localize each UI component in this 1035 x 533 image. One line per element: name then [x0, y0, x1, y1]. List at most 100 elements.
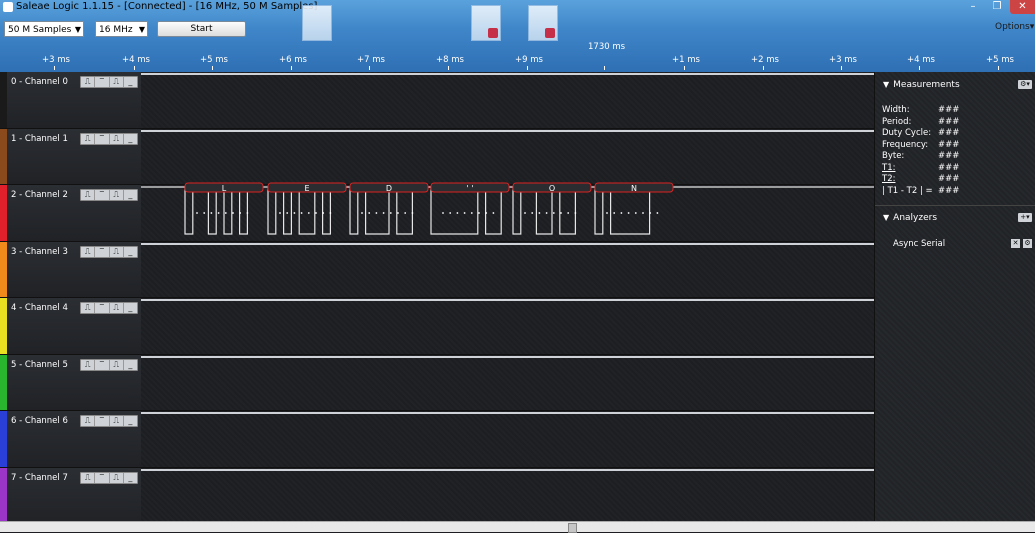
channel-label-1[interactable]: 1 - Channel 1 ⎍ ‾ ⎍ _ — [0, 129, 141, 185]
trigger-buttons: ⎍ ‾ ⎍ _ — [80, 472, 138, 484]
decoded-char-label: O — [549, 184, 555, 193]
trigger-button[interactable]: ⎍ — [81, 134, 96, 144]
window-title: Saleae Logic 1.1.15 - [Connected] - [16 … — [16, 1, 318, 12]
collapse-triangle-icon: ▼ — [883, 213, 890, 222]
center-tick-mark — [604, 66, 605, 70]
measurement-row: Period: ### — [882, 117, 959, 127]
bit-sample-dot — [478, 212, 480, 214]
time-tick-label: +7 ms — [357, 55, 385, 65]
right-sidebar: ▼ Measurements ⚙▾ Width: ### Period: ### Duty… — [874, 72, 1035, 521]
trigger-button[interactable]: ⎍ — [110, 190, 124, 200]
bit-sample-dot — [279, 212, 281, 214]
trigger-button[interactable]: ⎍ — [110, 77, 124, 87]
start-button[interactable]: Start — [157, 21, 246, 37]
channel-waveform-6[interactable] — [141, 411, 874, 468]
trigger-button[interactable]: ⎍ — [110, 416, 124, 426]
channel-label-3[interactable]: 3 - Channel 3 ⎍ ‾ ⎍ _ — [0, 242, 141, 298]
time-tick-mark — [134, 66, 135, 70]
close-button[interactable]: ✕ — [1010, 0, 1035, 14]
channel-waveform-4[interactable] — [141, 298, 874, 355]
trigger-button[interactable]: ⎍ — [81, 247, 96, 257]
close-icon[interactable]: ✕ — [1011, 239, 1020, 248]
trigger-button[interactable]: ‾ — [95, 190, 110, 200]
measurement-row: T2: ### — [882, 174, 959, 184]
trigger-button[interactable]: _ — [124, 247, 137, 257]
horizontal-scrollbar[interactable] — [0, 521, 1035, 533]
trigger-button[interactable]: _ — [124, 473, 137, 483]
trigger-button[interactable]: ‾ — [95, 416, 110, 426]
channel-waveform-3[interactable] — [141, 242, 874, 298]
channel-name: 4 - Channel 4 — [11, 303, 68, 313]
trigger-button[interactable]: _ — [124, 134, 137, 144]
time-tick-label: +4 ms — [122, 55, 150, 65]
trigger-buttons: ⎍ ‾ ⎍ _ — [80, 415, 138, 427]
time-tick-label: +6 ms — [279, 55, 307, 65]
bit-sample-dot — [382, 212, 385, 214]
channel-waveform-5[interactable] — [141, 355, 874, 411]
trigger-button[interactable]: ‾ — [95, 134, 110, 144]
trigger-button[interactable]: ⎍ — [110, 134, 124, 144]
minimize-button[interactable]: – — [962, 0, 984, 14]
gear-icon[interactable]: ⚙▾ — [1018, 80, 1032, 89]
trigger-button[interactable]: ⎍ — [110, 360, 124, 370]
trigger-button[interactable]: ‾ — [95, 360, 110, 370]
bit-sample-dot — [293, 212, 296, 214]
measurement-value: ### — [938, 105, 960, 115]
bit-sample-dot — [560, 212, 562, 214]
measurement-label: Frequency: — [882, 139, 929, 150]
trigger-button[interactable]: ‾ — [95, 247, 110, 257]
trigger-button[interactable]: ⎍ — [110, 473, 124, 483]
trigger-button[interactable]: _ — [124, 190, 137, 200]
time-tick-label: +9 ms — [515, 55, 543, 65]
trigger-button[interactable]: ⎍ — [110, 247, 124, 257]
channel-label-4[interactable]: 4 - Channel 4 ⎍ ‾ ⎍ _ — [0, 298, 141, 355]
bit-sample-dot — [217, 212, 220, 214]
samples-select[interactable]: 50 M Samples ▼ — [4, 21, 84, 37]
add-analyzer-icon[interactable]: +▾ — [1018, 213, 1032, 222]
channel-label-7[interactable]: 7 - Channel 7 ⎍ ‾ ⎍ _ — [0, 468, 141, 524]
sample-rate-select[interactable]: 16 MHz ▼ — [95, 21, 148, 37]
trigger-button[interactable]: ‾ — [95, 303, 110, 313]
trigger-button[interactable]: ‾ — [95, 473, 110, 483]
measurement-value: ### — [938, 162, 960, 173]
trigger-button[interactable]: ⎍ — [81, 360, 96, 370]
trigger-button[interactable]: ⎍ — [81, 77, 96, 87]
trigger-button[interactable]: ⎍ — [81, 303, 96, 313]
channel-label-6[interactable]: 6 - Channel 6 ⎍ ‾ ⎍ _ — [0, 411, 141, 468]
bit-sample-dot — [232, 212, 234, 214]
maximize-button[interactable]: ❐ — [986, 0, 1008, 14]
analyzer-async-serial[interactable]: Async Serial — [893, 239, 945, 249]
trigger-button[interactable]: _ — [124, 416, 137, 426]
options-button[interactable]: Options▾ — [995, 22, 1034, 32]
channel-label-2[interactable]: 2 - Channel 2 ⎍ ‾ ⎍ _ — [0, 185, 141, 242]
channel-color-swatch — [0, 355, 7, 410]
measurement-value: ### — [938, 174, 960, 184]
bit-sample-dot — [627, 212, 630, 214]
bit-sample-dot — [656, 212, 659, 214]
measurements-header[interactable]: ▼ Measurements ⚙▾ — [875, 76, 1035, 94]
channel-label-0[interactable]: 0 - Channel 0 ⎍ ‾ ⎍ _ — [0, 72, 141, 129]
trigger-button[interactable]: _ — [124, 360, 137, 370]
bit-sample-dot — [613, 212, 616, 214]
trigger-button[interactable]: _ — [124, 303, 137, 313]
desktop-file-icon — [302, 5, 332, 41]
measurement-label: Byte: — [882, 151, 905, 161]
trigger-button[interactable]: ⎍ — [81, 416, 96, 426]
trigger-buttons: ⎍ ‾ ⎍ _ — [80, 189, 138, 201]
bit-sample-dot — [531, 212, 534, 214]
time-tick-mark — [684, 66, 685, 70]
bit-sample-dot — [404, 212, 407, 214]
trigger-button[interactable]: ⎍ — [81, 473, 96, 483]
trigger-button[interactable]: ⎍ — [110, 303, 124, 313]
channel-waveform-7[interactable] — [141, 468, 874, 524]
trigger-button[interactable]: ‾ — [95, 77, 110, 87]
bit-sample-dot — [286, 212, 289, 214]
channel-name: 6 - Channel 6 — [11, 416, 68, 426]
trigger-button[interactable]: ⎍ — [81, 190, 96, 200]
trigger-button[interactable]: _ — [124, 77, 137, 87]
channel-label-5[interactable]: 5 - Channel 5 ⎍ ‾ ⎍ _ — [0, 355, 141, 411]
bit-sample-dot — [545, 212, 548, 214]
analyzers-header[interactable]: ▼ Analyzers +▾ — [875, 209, 1035, 227]
gear-icon[interactable]: ⚙ — [1023, 239, 1032, 248]
measurement-row: Duty Cycle: ### — [882, 128, 959, 138]
